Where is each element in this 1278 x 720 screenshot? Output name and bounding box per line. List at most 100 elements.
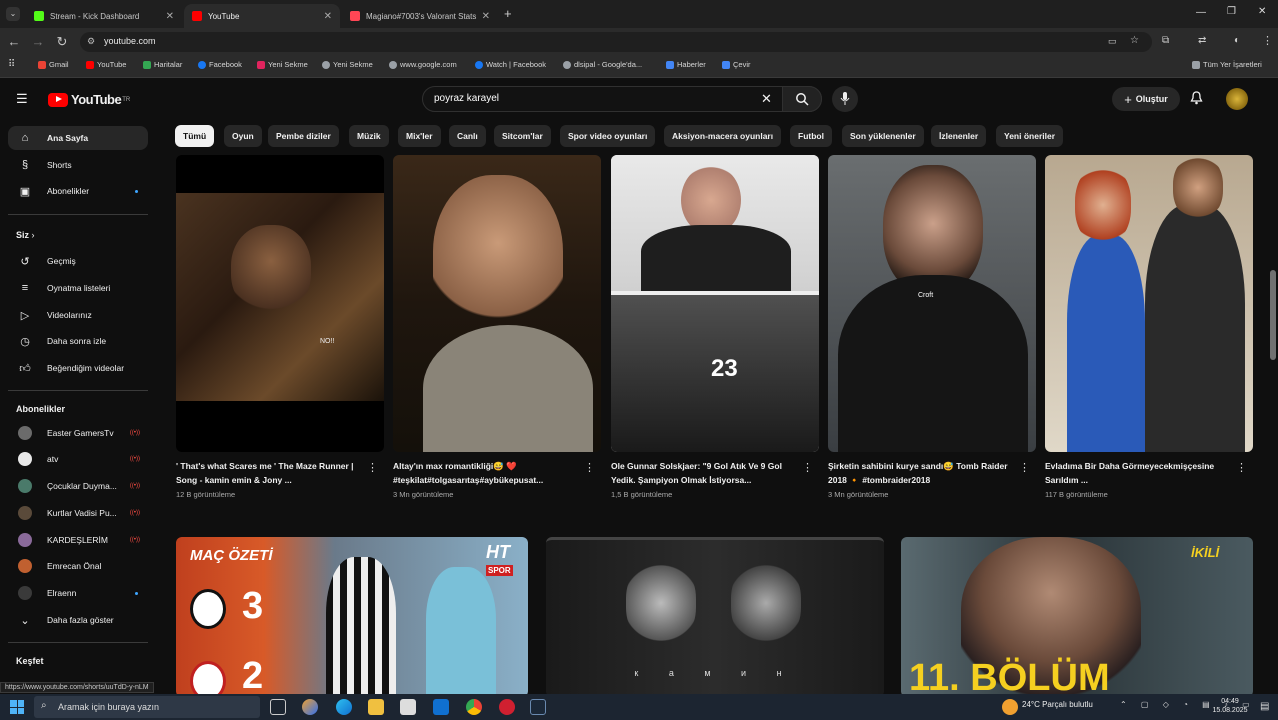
sidebar-item-shorts[interactable]: § Shorts — [8, 153, 148, 177]
bookmark-youtube[interactable]: YouTube — [86, 60, 126, 69]
short-thumbnail[interactable]: Croft — [828, 155, 1036, 452]
sidebar-item-your-videos[interactable]: ▷ Videolarınız — [8, 303, 148, 327]
create-button[interactable]: + Oluştur — [1112, 87, 1180, 111]
chip-games[interactable]: Oyun — [224, 125, 262, 147]
bookmark-maps[interactable]: Haritalar — [143, 60, 182, 69]
search-button[interactable] — [782, 86, 822, 112]
sidebar-you-header[interactable]: Siz › — [16, 230, 35, 240]
site-info-icon[interactable]: ⚙ — [87, 36, 95, 47]
bookmark-star-icon[interactable]: ☆ — [1130, 35, 1139, 46]
short-title[interactable]: Şirketin sahibini kurye sandı😅 Tomb Raid… — [828, 459, 1018, 487]
more-actions-icon[interactable]: ⋮ — [367, 461, 378, 474]
sidebar-sub-atv[interactable]: atv ((•)) — [8, 447, 148, 471]
sidebar-item-history[interactable]: ↺ Geçmiş — [8, 249, 148, 273]
copilot-icon[interactable] — [302, 699, 318, 715]
chrome-icon[interactable] — [466, 699, 482, 715]
video-thumbnail[interactable]: MAÇ ÖZETİ HT SPOR 3 2 — [176, 537, 528, 697]
notifications-center-icon[interactable]: ▤ — [1260, 701, 1269, 712]
translate-icon[interactable]: ⇄ — [1198, 35, 1206, 46]
sidebar-show-more[interactable]: ⌄ Daha fazla göster — [8, 608, 148, 632]
chip-sports-games[interactable]: Spor video oyunları — [560, 125, 656, 147]
edge-icon[interactable] — [336, 699, 352, 715]
chip-recently-uploaded[interactable]: Son yüklenenler — [842, 125, 924, 147]
clear-search-icon[interactable]: ✕ — [761, 91, 772, 107]
restore-icon[interactable]: ❐ — [1227, 6, 1236, 17]
chrome-menu-icon[interactable]: ⋮ — [1262, 34, 1273, 47]
tab-valorant[interactable]: Magiano#7003's Valorant Stats ✕ — [342, 4, 498, 28]
page-scrollbar[interactable] — [1270, 270, 1276, 360]
forward-icon[interactable]: → — [30, 34, 46, 50]
close-icon[interactable]: ✕ — [324, 11, 332, 22]
account-avatar[interactable] — [1226, 88, 1248, 110]
sidebar-item-subscriptions[interactable]: ▣ Abonelikler — [8, 179, 148, 203]
task-view-icon[interactable] — [270, 699, 286, 715]
all-bookmarks[interactable]: Tüm Yer İşaretleri — [1192, 60, 1262, 69]
sidebar-sub-easter-gamerstv[interactable]: Easter GamersTv ((•)) — [8, 421, 148, 445]
hamburger-menu-icon[interactable]: ☰ — [16, 92, 28, 106]
chip-all[interactable]: Tümü — [175, 125, 215, 147]
bookmark-new-tab-2[interactable]: Yeni Sekme — [322, 60, 373, 69]
youtube-logo[interactable]: YouTube TR — [48, 92, 130, 107]
chip-live[interactable]: Canlı — [449, 125, 486, 147]
bookmark-gmail[interactable]: Gmail — [38, 60, 69, 69]
chip-sitcoms[interactable]: Sitcom'lar — [494, 125, 551, 147]
bookmark-news[interactable]: Haberler — [666, 60, 706, 69]
short-title[interactable]: Altay'ın max romantikliği😅 ❤️ #teşkilat#… — [393, 459, 583, 487]
new-tab-button[interactable]: + — [504, 6, 512, 21]
sidebar-item-home[interactable]: ⌂ Ana Sayfa — [8, 126, 148, 150]
sidebar-sub-kardeslerim[interactable]: KARDEŞLERİM ((•)) — [8, 528, 148, 552]
bookmark-facebook[interactable]: Facebook — [198, 60, 242, 69]
outlook-icon[interactable] — [433, 699, 449, 715]
chip-new-to-you[interactable]: Yeni öneriler — [996, 125, 1064, 147]
extensions-icon[interactable]: ⧉ — [1162, 35, 1169, 46]
tab-search-icon[interactable]: ⌄ — [6, 7, 20, 21]
cast-icon[interactable]: ▭ — [1108, 36, 1117, 47]
sidebar-item-playlists[interactable]: ≡ Oynatma listeleri — [8, 276, 148, 300]
sidebar-sub-emrecan-onal[interactable]: Emrecan Önal — [8, 554, 148, 578]
bookmark-watch-facebook[interactable]: Watch | Facebook — [475, 60, 546, 69]
profile-icon[interactable]: ◐ — [1234, 35, 1240, 46]
bookmark-google[interactable]: www.google.com — [389, 60, 457, 69]
chip-mixes[interactable]: Mix'ler — [398, 125, 441, 147]
video-thumbnail[interactable]: к а м и н — [546, 537, 884, 697]
video-thumbnail[interactable]: İKİLİ 11. BÖLÜM — [901, 537, 1253, 697]
notifications-icon[interactable] — [1190, 91, 1203, 108]
short-title[interactable]: ' That's what Scares me ' The Maze Runne… — [176, 459, 366, 487]
short-thumbnail[interactable]: 23 — [611, 155, 819, 452]
short-title[interactable]: Evladıma Bir Daha Görmeyecekmişçesine Sa… — [1045, 459, 1235, 487]
sidebar-sub-kurtlar-vadisi[interactable]: Kurtlar Vadisi Pu... ((•)) — [8, 501, 148, 525]
short-thumbnail[interactable] — [393, 155, 601, 452]
short-thumbnail[interactable] — [1045, 155, 1253, 452]
bookmark-translate[interactable]: Çevir — [722, 60, 751, 69]
chip-soap-operas[interactable]: Pembe diziler — [268, 125, 339, 147]
sidebar-item-liked-videos[interactable]: 👍︎ Beğendiğim videolar — [8, 356, 148, 380]
address-bar[interactable] — [80, 32, 1152, 52]
chip-action-adventure[interactable]: Aksiyon-macera oyunları — [664, 125, 782, 147]
weather-text[interactable]: 24°C Parçalı bulutlu — [1022, 700, 1093, 709]
close-window-icon[interactable]: ✕ — [1258, 6, 1266, 17]
chip-watched[interactable]: İzlenenler — [931, 125, 987, 147]
app-icon[interactable] — [499, 699, 515, 715]
store-icon[interactable] — [400, 699, 416, 715]
file-explorer-icon[interactable] — [368, 699, 384, 715]
chip-football[interactable]: Futbol — [790, 125, 832, 147]
more-actions-icon[interactable]: ⋮ — [1236, 461, 1247, 474]
sidebar-sub-elraenn[interactable]: Elraenn — [8, 581, 148, 605]
taskbar-search-input[interactable]: Aramak için buraya yazın — [34, 696, 260, 718]
short-thumbnail[interactable]: NO!! — [176, 155, 384, 452]
close-icon[interactable]: ✕ — [166, 11, 174, 22]
tab-youtube[interactable]: YouTube ✕ — [184, 4, 340, 28]
more-actions-icon[interactable]: ⋮ — [1019, 461, 1030, 474]
sidebar-sub-cocuklar-duymasin[interactable]: Çocuklar Duyma... ((•)) — [8, 474, 148, 498]
windows-start-icon[interactable] — [10, 700, 24, 714]
bookmark-google-search[interactable]: dlsipal - Google'da... — [563, 60, 642, 69]
tab-kick[interactable]: Stream - Kick Dashboard ✕ — [26, 4, 182, 28]
more-actions-icon[interactable]: ⋮ — [584, 461, 595, 474]
sidebar-item-watch-later[interactable]: ◷ Daha sonra izle — [8, 329, 148, 353]
close-icon[interactable]: ✕ — [482, 11, 490, 22]
chip-music[interactable]: Müzik — [349, 125, 389, 147]
voice-search-button[interactable] — [832, 86, 858, 112]
steam-icon[interactable] — [530, 699, 546, 715]
minimize-icon[interactable]: — — [1196, 7, 1206, 18]
clock[interactable]: 04:49 15.08.2025 — [1207, 697, 1253, 715]
